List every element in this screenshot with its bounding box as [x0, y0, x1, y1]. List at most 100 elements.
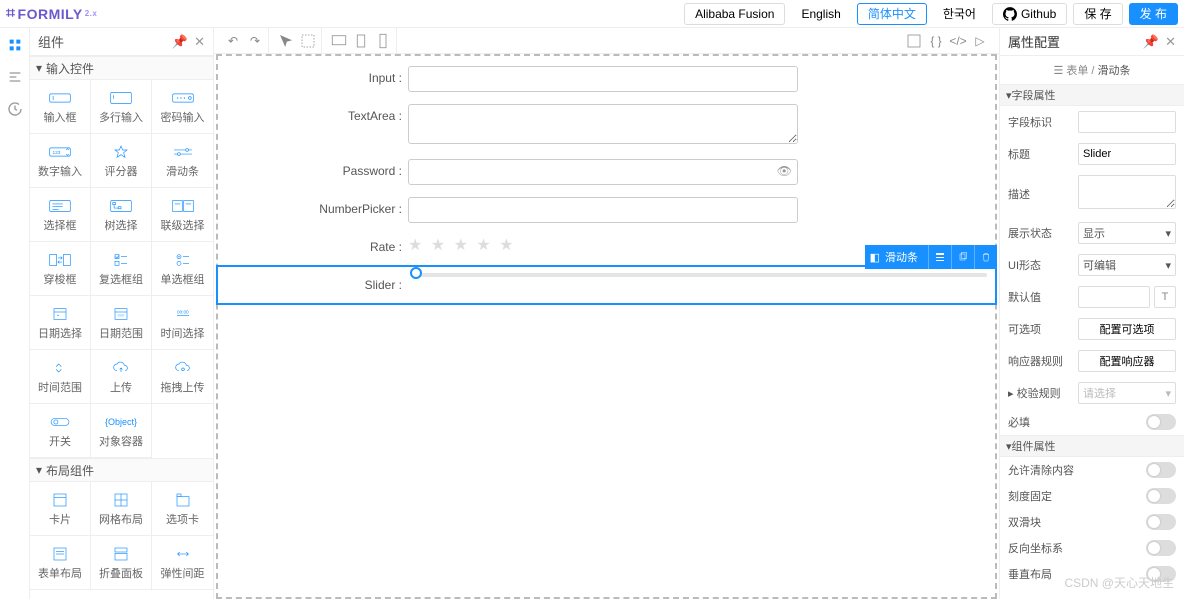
弹性间距-icon [168, 545, 198, 563]
component-输入框[interactable]: 输入框 [30, 80, 91, 134]
prop-reverse[interactable] [1146, 540, 1176, 556]
section-component-props[interactable]: ▾ 组件属性 [1000, 435, 1184, 457]
prop-ui[interactable]: 可编辑▾ [1078, 254, 1176, 276]
selection-icon[interactable] [299, 32, 317, 50]
github-button[interactable]: Github [992, 3, 1067, 25]
网格布局-icon [106, 491, 136, 509]
component-选项卡[interactable]: 选项卡 [152, 482, 213, 536]
prop-fixed[interactable] [1146, 488, 1176, 504]
undo-icon[interactable]: ↶ [224, 32, 242, 50]
redo-icon[interactable]: ↷ [246, 32, 264, 50]
rate-field[interactable]: ★ ★ ★ ★ ★ [408, 237, 516, 254]
component-卡片[interactable]: 卡片 [30, 482, 91, 536]
desktop-icon[interactable] [330, 32, 348, 50]
slider-track[interactable] [412, 273, 987, 277]
component-密码输入[interactable]: 密码输入 [152, 80, 213, 134]
move-up-icon[interactable] [928, 245, 951, 269]
component-穿梭框[interactable]: 穿梭框 [30, 242, 91, 296]
publish-button[interactable]: 发 布 [1129, 3, 1178, 25]
prop-validator[interactable]: 请选择▾ [1078, 382, 1176, 404]
prop-display[interactable]: 显示▾ [1078, 222, 1176, 244]
component-选择框[interactable]: 选择框 [30, 188, 91, 242]
prop-field-id[interactable] [1078, 111, 1176, 133]
prop-options-btn[interactable]: 配置可选项 [1078, 318, 1176, 340]
slider-field-selected[interactable]: ◧ 滑动条 Slider : [216, 265, 997, 305]
component-对象容器[interactable]: {Object}对象容器 [91, 404, 152, 458]
prop-required-switch[interactable] [1146, 414, 1176, 430]
json-view-icon[interactable]: { } [927, 32, 945, 50]
expression-icon[interactable]: T [1154, 286, 1176, 308]
save-button[interactable]: 保 存 [1073, 3, 1122, 25]
上传-icon [106, 359, 136, 377]
prop-reactions-btn[interactable]: 配置响应器 [1078, 350, 1176, 372]
component-复选框组[interactable]: 复选框组 [91, 242, 152, 296]
delete-icon[interactable] [974, 245, 997, 269]
prop-allowclear[interactable] [1146, 462, 1176, 478]
rail-history-icon[interactable] [6, 100, 24, 118]
component-拖拽上传[interactable]: 拖拽上传 [152, 350, 213, 404]
lang-zh[interactable]: 简体中文 [857, 3, 927, 25]
component-表单布局[interactable]: 表单布局 [30, 536, 91, 590]
rail-outline-icon[interactable] [6, 68, 24, 86]
prop-default[interactable] [1078, 286, 1150, 308]
component-label: 对象容器 [99, 433, 143, 449]
component-开关[interactable]: 开关 [30, 404, 91, 458]
component-label: 表单布局 [38, 565, 82, 581]
copy-icon[interactable] [951, 245, 974, 269]
component-树选择[interactable]: 树选择 [91, 188, 152, 242]
pin-icon[interactable]: 📌 [172, 34, 188, 50]
textarea-field[interactable] [408, 104, 798, 144]
component-时间选择[interactable]: 00:00时间选择 [152, 296, 213, 350]
code-view-icon[interactable]: </> [949, 32, 967, 50]
prop-desc[interactable] [1078, 175, 1176, 209]
svg-text:00:00: 00:00 [177, 309, 189, 314]
section-layouts[interactable]: ▾布局组件 [30, 458, 213, 482]
联级选择-icon [168, 197, 198, 215]
卡片-icon [45, 491, 75, 509]
lang-ko[interactable]: 한국어 [933, 3, 986, 25]
component-label: 多行输入 [99, 109, 143, 125]
component-上传[interactable]: 上传 [91, 350, 152, 404]
component-评分器[interactable]: 评分器 [91, 134, 152, 188]
mobile-icon[interactable] [374, 32, 392, 50]
component-弹性间距[interactable]: 弹性间距 [152, 536, 213, 590]
tablet-icon[interactable] [352, 32, 370, 50]
close-left-icon[interactable]: ✕ [194, 34, 205, 50]
design-view-icon[interactable] [905, 32, 923, 50]
section-field-props[interactable]: ▾ 字段属性 [1000, 84, 1184, 106]
prop-title[interactable] [1078, 143, 1176, 165]
component-数字输入[interactable]: 123数字输入 [30, 134, 91, 188]
pin-right-icon[interactable]: 📌 [1143, 34, 1159, 50]
rail-components-icon[interactable] [6, 36, 24, 54]
component-日期选择[interactable]: 日期选择 [30, 296, 91, 350]
close-right-icon[interactable]: ✕ [1165, 34, 1176, 50]
component-滑动条[interactable]: 滑动条 [152, 134, 213, 188]
activity-rail [0, 28, 30, 599]
lang-english[interactable]: English [791, 3, 850, 25]
slider-handle[interactable] [410, 267, 422, 279]
eye-icon[interactable]: 👁 [777, 164, 792, 178]
component-label: 日期选择 [38, 325, 82, 341]
component-网格布局[interactable]: 网格布局 [91, 482, 152, 536]
input-field[interactable] [408, 66, 798, 92]
component-折叠面板[interactable]: 折叠面板 [91, 536, 152, 590]
theme-select[interactable]: Alibaba Fusion [684, 3, 785, 25]
component-单选框组[interactable]: 单选框组 [152, 242, 213, 296]
component-时间范围[interactable]: 时间范围 [30, 350, 91, 404]
component-日期范围[interactable]: 日期范围 [91, 296, 152, 350]
preview-icon[interactable]: ▷ [971, 32, 989, 50]
prop-vertical[interactable] [1146, 566, 1176, 582]
form-canvas[interactable]: Input : TextArea : Password :👁 NumberPic… [216, 54, 997, 599]
password-field[interactable] [408, 159, 798, 185]
prop-double[interactable] [1146, 514, 1176, 530]
数字输入-icon: 123 [45, 143, 75, 161]
numberpicker-field[interactable] [408, 197, 798, 223]
cursor-icon[interactable] [277, 32, 295, 50]
component-label: 时间范围 [38, 379, 82, 395]
时间范围-icon [45, 359, 75, 377]
left-panel-title: 组件 [38, 32, 64, 51]
component-label: 密码输入 [161, 109, 205, 125]
section-inputs[interactable]: ▾输入控件 [30, 56, 213, 80]
component-多行输入[interactable]: 多行输入 [91, 80, 152, 134]
component-联级选择[interactable]: 联级选择 [152, 188, 213, 242]
